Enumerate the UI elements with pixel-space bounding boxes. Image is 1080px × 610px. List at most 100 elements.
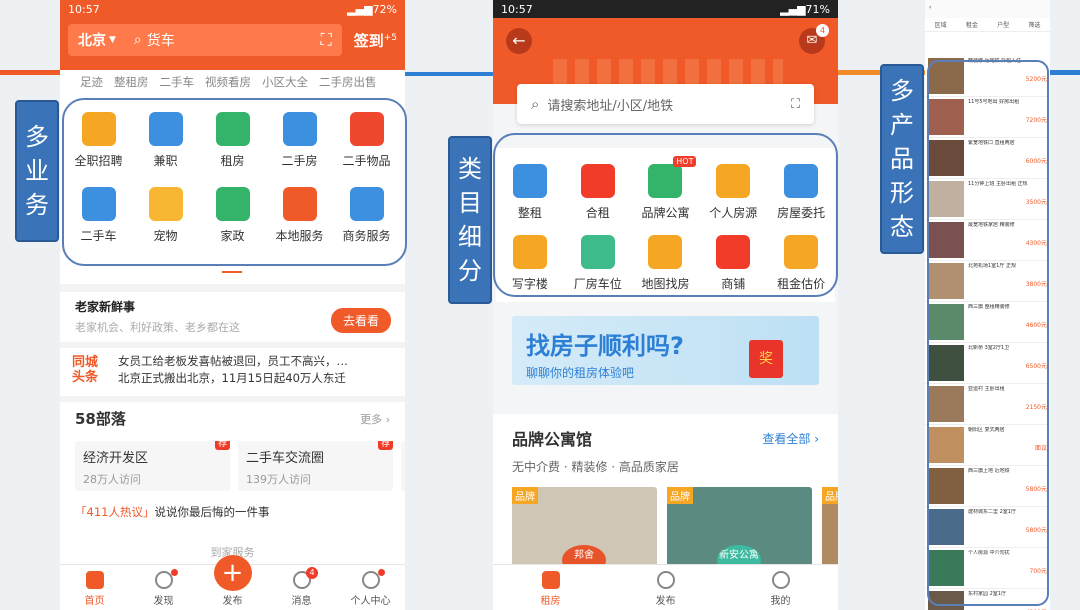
scan-icon[interactable]: ⛶	[791, 97, 800, 112]
news-headline[interactable]: 女员工给老板发喜帖被退回，员工不高兴，…	[118, 353, 348, 370]
red-envelope-icon: 奖	[749, 340, 783, 378]
nav-label: 发布	[222, 596, 243, 607]
signal-icon: ▂▄▆	[347, 2, 373, 16]
status-time: 10:57	[501, 2, 533, 16]
tribe-name: 经济开发区	[83, 451, 149, 466]
brand-tag: 品牌	[512, 487, 538, 504]
nav-label: 首页	[84, 596, 105, 607]
search-icon: ⌕	[531, 95, 540, 113]
signin-button[interactable]: 签到+5	[354, 30, 397, 51]
quick-tab[interactable]: 足迹	[80, 74, 103, 90]
label-char: 产	[890, 111, 914, 139]
label-multi-business: 多业务	[15, 100, 59, 242]
filter-tab[interactable]: 户型	[997, 20, 1009, 29]
notification-dot	[378, 569, 385, 576]
message-icon[interactable]: ✉ 4	[799, 24, 829, 54]
filter-tab[interactable]: 筛选	[1028, 20, 1040, 29]
nav-item[interactable]: 发现	[129, 565, 198, 610]
tribe-title: 58部落	[75, 410, 126, 428]
search-bar[interactable]: ⌕ 请搜索地址/小区/地铁 ⛶	[517, 84, 814, 124]
quick-tab[interactable]: 二手房出售	[319, 74, 377, 90]
phone-58-home: 10:57 ▂▄▆ 72% 北京 ▼ ⌕ 货车 ⛶ 签到+5 足迹 整租房 二手车 视频看房…	[60, 0, 405, 610]
news-headline[interactable]: 北京正式搬出北京，11月15日起40万人东迁	[118, 370, 348, 387]
filter-tab[interactable]: 区域	[935, 20, 947, 29]
nav-label: 个人中心	[350, 596, 391, 607]
nav-label: 我的	[770, 596, 791, 607]
news-brand-logo: 同城 头条	[72, 355, 99, 385]
nav-item[interactable]: 个人中心	[336, 565, 405, 610]
nav-icon	[771, 571, 790, 589]
hot-topic[interactable]: 「411人热议」说说你最后悔的一件事	[75, 504, 390, 520]
nav-item[interactable]: 我的	[723, 565, 838, 610]
phone-rental: 10:57 ▂▄▆ 71% ← ✉ 4 ⌕ 请搜索地址/小区/地铁 ⛶ 整租 合租 HOT 品…	[493, 0, 838, 610]
nav-label: 发布	[655, 596, 676, 607]
label-char: 多	[25, 123, 49, 151]
quick-tab[interactable]: 视频看房	[205, 74, 251, 90]
label-char: 态	[890, 213, 914, 241]
chevron-down-icon: ▼	[109, 35, 116, 45]
highlight-frame	[927, 60, 1049, 606]
search-input[interactable]: 货车	[147, 30, 321, 50]
highlight-frame	[62, 98, 407, 266]
back-icon[interactable]: ‹	[929, 4, 931, 11]
scan-icon[interactable]: ⛶	[321, 30, 332, 50]
quick-tab[interactable]: 小区大全	[262, 74, 308, 90]
label-char: 业	[25, 157, 49, 185]
section-subtitle: 无中介费 · 精装修 · 高品质家居	[512, 460, 679, 474]
nav-icon	[541, 571, 560, 589]
label-char: 多	[890, 77, 914, 105]
quick-tab[interactable]: 二手车	[160, 74, 195, 90]
nav-item[interactable]: + 发布	[198, 555, 267, 610]
bottom-nav: 首页 发现 + 发布 4 消息 个人中心	[60, 555, 405, 610]
apartment-card[interactable]: 品牌	[822, 487, 838, 567]
tribe-card[interactable]: 二手车交流圈 139万人访问 荐	[238, 441, 393, 491]
nav-icon	[656, 571, 675, 589]
nav-icon	[154, 571, 173, 589]
brand-tag: 品牌	[667, 487, 693, 504]
label-char: 类	[458, 155, 482, 183]
message-badge: 4	[816, 24, 829, 37]
tribe-visits: 28万人访问	[83, 473, 141, 486]
apartment-card[interactable]: 品牌 新安公寓	[667, 487, 812, 567]
decor-line	[405, 72, 500, 76]
tribe-card[interactable]: 相29	[401, 441, 405, 491]
nav-item[interactable]: 4 消息	[267, 565, 336, 610]
label-char: 目	[458, 189, 482, 217]
nav-icon	[85, 571, 104, 589]
tribe-more-link[interactable]: 更多 ›	[360, 411, 390, 427]
search-input[interactable]: 请搜索地址/小区/地铁	[547, 95, 790, 114]
promo-card[interactable]: 老家新鲜事 老家机会、利好政策、老乡都在这 去看看	[60, 284, 405, 336]
filter-tab[interactable]: 租金	[966, 20, 978, 29]
promo-banner[interactable]: 找房子顺利吗? 聊聊你的租房体验吧 奖	[512, 316, 819, 385]
nav-item[interactable]: 发布	[608, 565, 723, 610]
decor-line	[0, 70, 60, 75]
search-icon: ⌕	[133, 32, 142, 48]
tribe-name: 二手车交流圈	[246, 451, 325, 466]
tribe-visits: 139万人访问	[246, 473, 311, 486]
apartment-card[interactable]: 品牌 邦舍	[512, 487, 657, 567]
brand-apartments: 品牌公寓馆 查看全部 › 无中介费 · 精装修 · 高品质家居 品牌 邦舍 品牌 新安公…	[493, 414, 838, 574]
quick-tab[interactable]: 整租房	[114, 74, 149, 90]
back-icon[interactable]: ←	[506, 28, 532, 54]
label-multi-product: 多产品形态	[880, 64, 924, 254]
page-indicator	[222, 271, 242, 273]
search-bar[interactable]: 北京 ▼ ⌕ 货车 ⛶	[68, 24, 342, 56]
tribe-card[interactable]: 经济开发区 28万人访问 荐	[75, 441, 230, 491]
signal-icon: ▂▄▆	[780, 2, 806, 16]
view-all-link[interactable]: 查看全部 ›	[762, 430, 819, 447]
label-char: 品	[890, 145, 914, 173]
promo-button[interactable]: 去看看	[330, 308, 391, 333]
nav-item[interactable]: 首页	[60, 565, 129, 610]
recommend-badge: 荐	[377, 441, 393, 450]
battery-level: 72%	[372, 2, 397, 16]
news-card[interactable]: 同城 头条 女员工给老板发喜帖被退回，员工不高兴，… 北京正式搬出北京，11月15…	[60, 342, 405, 392]
recommend-badge: 荐	[214, 441, 230, 450]
nav-icon	[361, 571, 380, 589]
city-selector[interactable]: 北京	[78, 30, 106, 50]
battery-level: 71%	[805, 2, 830, 16]
filter-bar: 区域 租金 户型 筛选	[925, 18, 1050, 32]
nav-item[interactable]: 租房	[493, 565, 608, 610]
bottom-nav: 租房 发布 我的	[493, 564, 838, 610]
mini-search-bar[interactable]: ‹	[925, 0, 1050, 18]
label-char: 形	[890, 179, 914, 207]
